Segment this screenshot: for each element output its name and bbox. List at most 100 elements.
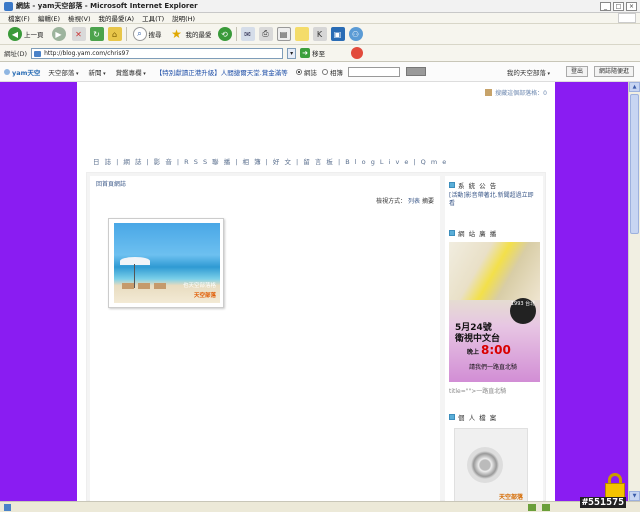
menu-file[interactable]: 檔案(F) <box>8 13 30 23</box>
photo-caption: 也天空部落格 <box>182 283 216 289</box>
ad-time-value: 8:00 <box>481 343 511 357</box>
vertical-scrollbar[interactable]: ▲ ▼ <box>628 82 640 501</box>
view-summary-link[interactable]: 摘要 <box>422 198 434 205</box>
logout-button[interactable]: 登出 <box>565 66 588 77</box>
address-dropdown-icon[interactable]: ▾ <box>287 47 297 59</box>
back-button[interactable]: ◀ 上一頁 <box>6 26 46 42</box>
view-list-link[interactable]: 列表 <box>408 198 420 205</box>
menu-tools[interactable]: 工具(T) <box>142 13 164 23</box>
scroll-down-icon[interactable]: ▼ <box>629 491 640 501</box>
lock-body <box>605 483 625 498</box>
ad-title: 網 站 廣 播 <box>449 228 497 238</box>
radio-blog[interactable]: 網誌 <box>295 67 317 77</box>
messenger-icon[interactable]: ▣ <box>330 27 345 41</box>
menu-view[interactable]: 檢視(V) <box>68 13 91 23</box>
menu-help[interactable]: 說明(H) <box>172 13 195 23</box>
home-icon[interactable]: ⌂ <box>107 27 122 41</box>
forward-button[interactable]: ▶ <box>50 26 68 42</box>
search-button[interactable]: ⌕ 搜尋 <box>131 26 164 42</box>
scroll-up-icon[interactable]: ▲ <box>629 82 640 92</box>
favorites-button[interactable]: ★ 我的最愛 <box>168 26 214 42</box>
yam-search-button[interactable] <box>405 67 426 76</box>
history-icon[interactable]: ⟲ <box>217 27 232 41</box>
ad-photo <box>449 242 540 300</box>
chair-shape <box>154 283 166 289</box>
beach-photo[interactable]: 也天空部落格 天空部落 <box>114 223 220 303</box>
back-home-link[interactable]: 回首頁網誌 <box>96 179 126 188</box>
radio-album-dot <box>321 68 328 75</box>
radio-album[interactable]: 相簿 <box>321 67 343 77</box>
bookmark-count-text: 搜藏這個部落格：0 <box>495 90 547 97</box>
window-controls: _ □ × <box>600 1 637 11</box>
security-zone-icon <box>528 503 536 511</box>
stop-icon[interactable]: ✕ <box>71 27 86 41</box>
internet-zone-icon <box>542 503 550 511</box>
random-blog-button[interactable]: 網誌隨便逛 <box>593 66 634 77</box>
toolbar: ◀ 上一頁 ▶ ✕ ↻ ⌂ ⌕ 搜尋 ★ 我的最愛 ⟲ ✉ ⎙ ▤ K ▣ ⚇ <box>0 24 640 45</box>
yam-menu-column[interactable]: 賞鑑專欄 <box>116 67 146 77</box>
yam-menu-blog[interactable]: 天空部落 <box>48 67 78 77</box>
bookmark-count[interactable]: 搜藏這個部落格：0 <box>485 88 547 97</box>
yam-promo-link[interactable]: 【特別獻讀正港升級】人間捷爾天堂.賞金滿等 <box>156 67 288 77</box>
ad-caption: title="">一路直北騎 <box>449 388 507 395</box>
ad-badge: 1993 台北 <box>510 298 536 324</box>
status-zone <box>528 503 550 511</box>
forward-arrow-icon: ▶ <box>51 27 66 41</box>
go-button[interactable]: ➜ 移至 <box>300 48 325 58</box>
refresh-icon[interactable]: ↻ <box>89 27 104 41</box>
mail-icon[interactable]: ✉ <box>240 27 255 41</box>
chair-shape <box>122 283 134 289</box>
profile-title: 個 人 檔 案 <box>449 412 497 422</box>
people-icon[interactable]: ⚇ <box>348 27 363 41</box>
go-label: 移至 <box>312 50 326 58</box>
menu-favorites[interactable]: 我的最愛(A) <box>99 13 135 23</box>
search-label: 搜尋 <box>148 31 162 39</box>
window-title: 網誌 - yam天空部落 - Microsoft Internet Explor… <box>16 2 198 10</box>
research-icon[interactable]: K <box>312 27 327 41</box>
bullet-icon <box>449 414 455 420</box>
tv-ad-banner[interactable]: 1993 台北 5月24號 衛視中文台 晚上 8:00 請我們一路直北騎 <box>449 242 540 382</box>
view-mode-label: 檢視方式： <box>376 198 407 205</box>
maximize-button[interactable]: □ <box>613 1 624 11</box>
toolbar-separator <box>235 27 237 41</box>
yam-menu-news[interactable]: 新聞 <box>89 67 106 77</box>
star-icon: ★ <box>171 27 182 41</box>
yam-logo[interactable]: yam天空 <box>4 67 40 77</box>
ad-slogan: 請我們一路直北騎 <box>469 364 518 371</box>
yam-top-bar: yam天空 天空部落 新聞 賞鑑專欄 【特別獻讀正港升級】人間捷爾天堂.賞金滿等… <box>0 62 640 82</box>
address-input[interactable]: http://blog.yam.com/chris97 <box>31 47 284 59</box>
toolbar-separator <box>125 27 127 41</box>
print-icon[interactable]: ⎙ <box>258 27 273 41</box>
yam-logo-text: yam天空 <box>12 68 41 77</box>
avatar-brand: 天空部落 <box>498 494 523 501</box>
umbrella-shape <box>120 257 150 265</box>
announce-title-text: 系 統 公 告 <box>458 182 498 190</box>
radio-album-label: 相簿 <box>329 68 343 77</box>
umbrella-pole <box>134 264 135 288</box>
avatar[interactable]: 天空部落 <box>454 428 528 501</box>
main-column: 回首頁網誌 檢視方式： 列表 摘要 也天空部落格 天空部落 <box>90 176 440 501</box>
address-bar: 網址(D) http://blog.yam.com/chris97 ▾ ➜ 移至 <box>0 45 640 62</box>
discuss-icon[interactable] <box>294 27 309 41</box>
bullet-icon <box>449 182 455 188</box>
menu-edit[interactable]: 編輯(E) <box>38 13 60 23</box>
album-photo-card[interactable]: 也天空部落格 天空部落 <box>108 218 224 308</box>
bookmark-icon <box>485 89 493 96</box>
close-button[interactable]: × <box>626 1 637 11</box>
back-label: 上一頁 <box>24 31 44 39</box>
announce-title: 系 統 公 告 <box>449 180 497 190</box>
announce-link[interactable]: [活動]影音帶著北.新聞超過立即看 <box>449 192 539 208</box>
minimize-button[interactable]: _ <box>600 1 611 11</box>
edit-icon[interactable]: ▤ <box>276 27 291 41</box>
blog-nav-links[interactable]: 日 誌 | 網 誌 | 影 音 | R S S 聯 播 | 相 簿 | 好 文 … <box>93 156 448 166</box>
addon-icon[interactable] <box>351 47 364 59</box>
scroll-thumb[interactable] <box>630 94 639 234</box>
ad-time: 晚上 8:00 <box>467 343 511 357</box>
film-reel-icon <box>467 447 503 483</box>
windows-logo-icon <box>618 13 636 23</box>
search-icon: ⌕ <box>132 27 147 41</box>
my-blog-menu[interactable]: 我的天空部落 <box>507 67 550 77</box>
yam-search-input[interactable] <box>347 66 400 77</box>
yam-right-links: 我的天空部落 登出 網誌隨便逛 <box>507 66 640 77</box>
sidebar: 系 統 公 告 [活動]影音帶著北.新聞超過立即看 網 站 廣 播 1993 台… <box>445 176 543 501</box>
